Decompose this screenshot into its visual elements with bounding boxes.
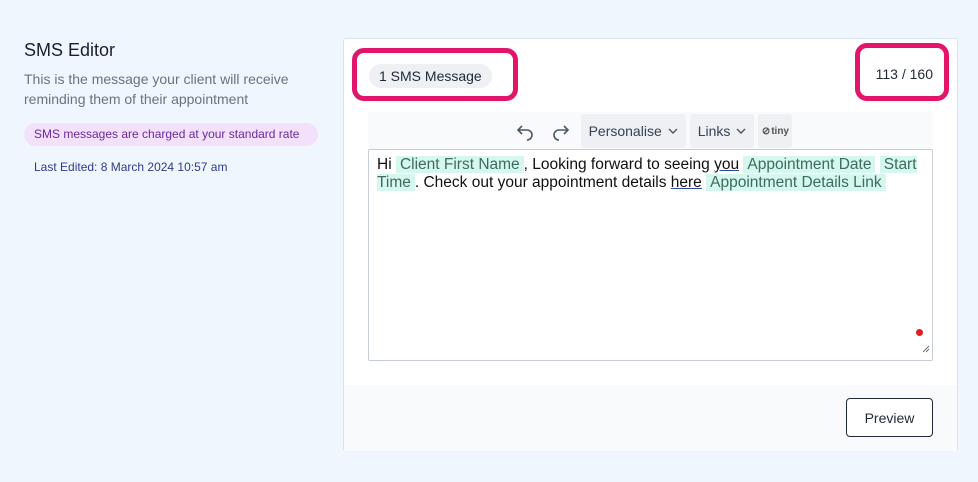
sms-count-badge: 1 SMS Message bbox=[369, 64, 492, 88]
message-text: . Check out your appointment details bbox=[414, 174, 671, 191]
message-text: , Looking forward to seeing bbox=[523, 156, 715, 173]
tiny-label: tiny bbox=[771, 125, 789, 137]
tiny-logo-button[interactable]: ⊘ tiny bbox=[758, 114, 793, 148]
chevron-down-icon bbox=[668, 123, 678, 139]
message-text: Hi bbox=[377, 156, 396, 173]
personalisation-tag-appointment-date[interactable]: Appointment Date bbox=[743, 156, 876, 173]
sidebar: SMS Editor This is the message your clie… bbox=[24, 40, 320, 174]
redo-icon[interactable] bbox=[545, 114, 577, 148]
message-link-you[interactable]: you bbox=[714, 156, 739, 173]
page-description: This is the message your client will rec… bbox=[24, 71, 289, 107]
message-editor[interactable]: Hi Client First Name, Looking forward to… bbox=[368, 149, 933, 361]
page-title: SMS Editor bbox=[24, 40, 116, 60]
links-label: Links bbox=[697, 123, 731, 139]
chevron-down-icon bbox=[736, 123, 746, 139]
message-link-here[interactable]: here bbox=[671, 174, 702, 191]
character-count: 113 / 160 bbox=[875, 66, 933, 82]
status-dot bbox=[916, 329, 923, 336]
personalisation-tag-appointment-details-link[interactable]: Appointment Details Link bbox=[706, 174, 886, 191]
tiny-logo-icon: ⊘ bbox=[761, 125, 771, 137]
resize-handle-icon[interactable] bbox=[922, 340, 930, 358]
preview-button[interactable]: Preview bbox=[846, 398, 933, 437]
charge-notice-badge: SMS messages are charged at your standar… bbox=[24, 123, 318, 146]
last-edited-text: Last Edited: 8 March 2024 10:57 am bbox=[34, 160, 228, 174]
sms-editor-card: 1 SMS Message 113 / 160 Personalise Link… bbox=[343, 38, 958, 451]
links-dropdown[interactable]: Links bbox=[689, 114, 755, 148]
personalise-label: Personalise bbox=[588, 123, 662, 139]
editor-toolbar: Personalise Links ⊘ tiny bbox=[368, 112, 933, 150]
card-footer: Preview bbox=[344, 385, 957, 451]
personalisation-tag-client-first-name[interactable]: Client First Name bbox=[395, 156, 524, 173]
undo-icon[interactable] bbox=[509, 114, 541, 148]
personalise-dropdown[interactable]: Personalise bbox=[580, 114, 686, 148]
